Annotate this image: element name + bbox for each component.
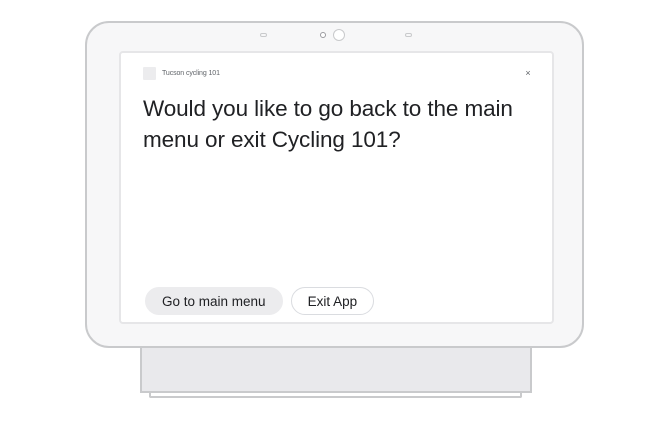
device-frame: Tucson cycling 101 × Would you like to g… <box>85 21 584 348</box>
app-name: Tucson cycling 101 <box>162 70 220 77</box>
light-sensor-icon <box>333 29 345 41</box>
go-to-main-menu-button[interactable]: Go to main menu <box>145 287 283 315</box>
right-sensor-icon <box>405 33 412 37</box>
exit-app-button[interactable]: Exit App <box>290 287 375 315</box>
close-icon: × <box>525 67 531 78</box>
device-stand <box>140 348 532 393</box>
camera-icon <box>320 32 326 38</box>
left-sensor-icon <box>260 33 267 37</box>
app-logo-icon <box>143 67 156 80</box>
prompt-text: Would you like to go back to the main me… <box>143 96 513 152</box>
close-button[interactable]: × <box>522 67 534 79</box>
app-header: Tucson cycling 101 <box>143 67 220 80</box>
smart-display-illustration: Tucson cycling 101 × Would you like to g… <box>0 0 671 430</box>
suggestion-chips: Go to main menu Exit App <box>145 287 375 315</box>
device-stand-foot <box>149 393 522 398</box>
display-screen: Tucson cycling 101 × Would you like to g… <box>119 51 554 324</box>
